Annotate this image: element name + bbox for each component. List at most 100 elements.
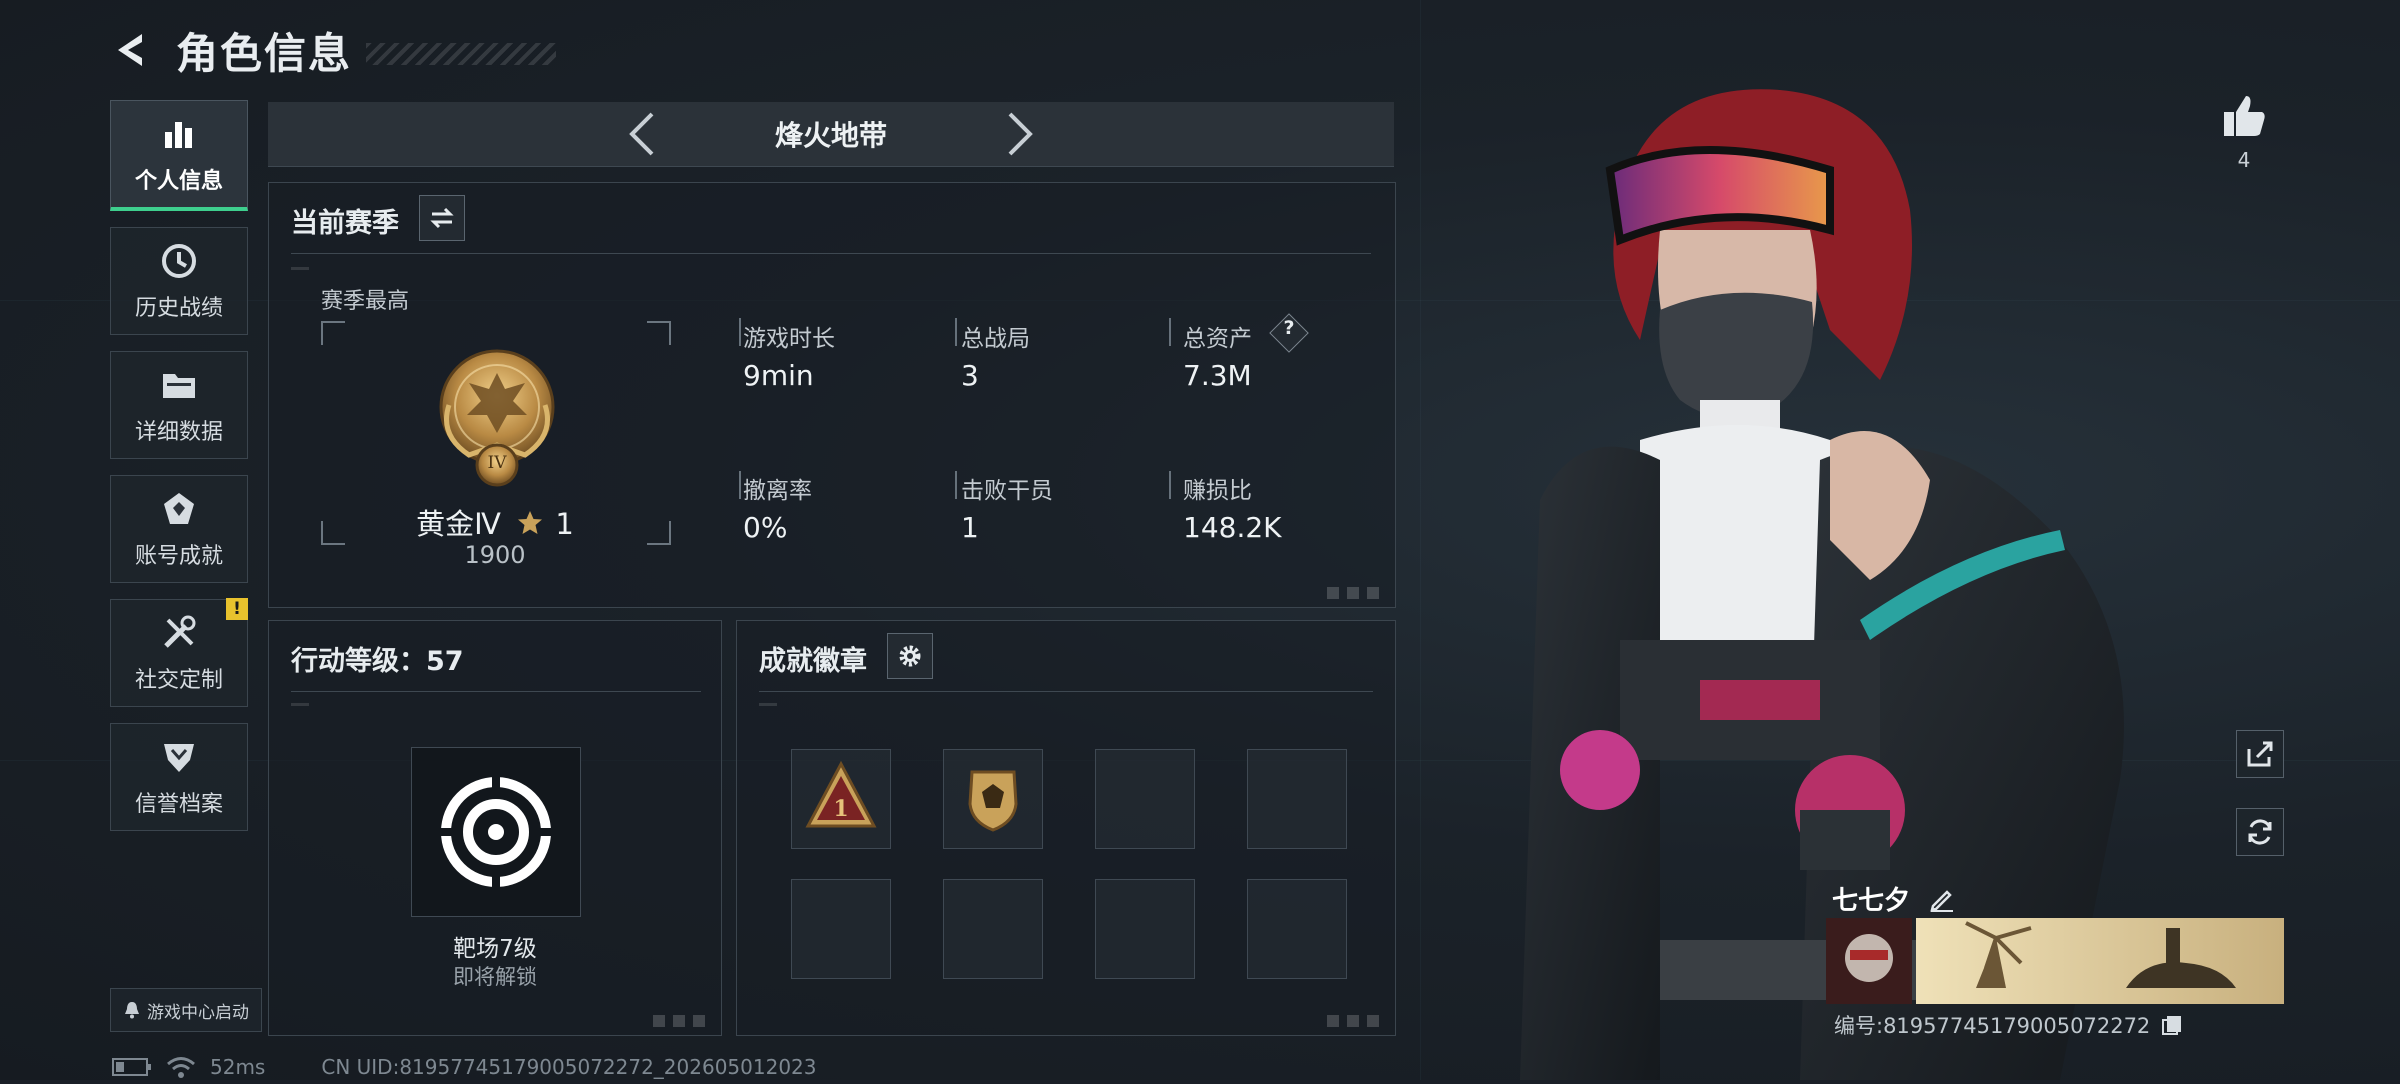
- mode-selector: 烽火地带: [268, 102, 1394, 167]
- prev-mode-button[interactable]: [616, 109, 666, 159]
- stat-value-profit-ratio: 148.2K: [1183, 511, 1282, 544]
- action-level-title: 行动等级：57: [291, 646, 464, 677]
- edit-icon[interactable]: [1929, 886, 1955, 912]
- badge-slot-1[interactable]: 1: [791, 749, 891, 849]
- status-bar: 52ms CN UID:81957745179005072272_2026050…: [112, 1054, 817, 1080]
- target-range-status: 即将解锁: [453, 965, 537, 989]
- share-button[interactable]: [2236, 730, 2284, 778]
- next-mode-button[interactable]: [996, 109, 1046, 159]
- sidebar-item-label: 账号成就: [134, 544, 223, 569]
- sidebar-item-label: 个人信息: [134, 169, 223, 194]
- stat-value-total-matches: 3: [961, 359, 979, 392]
- launch-label: 游戏中心启动: [147, 1002, 249, 1023]
- sidebar-item-credit-file[interactable]: 信誉档案: [110, 723, 248, 831]
- folder-icon: [158, 364, 200, 406]
- wifi-icon: [167, 1057, 195, 1078]
- season-title: 当前赛季: [291, 208, 399, 239]
- ping-text: 52ms: [210, 1055, 266, 1079]
- badge-slot-4[interactable]: [1247, 749, 1347, 849]
- back-arrow-icon: [118, 34, 142, 66]
- achievement-icon: [158, 488, 200, 530]
- tools-icon: [158, 612, 200, 654]
- share-icon: [2247, 741, 2273, 767]
- battery-icon: [112, 1058, 151, 1076]
- badge-slot-3[interactable]: [1095, 749, 1195, 849]
- bg-grid-line: [1420, 0, 1421, 1080]
- like-button[interactable]: [2218, 92, 2270, 144]
- rank-emblem: IV: [429, 345, 565, 495]
- game-center-launch-button[interactable]: 游戏中心启动: [110, 988, 262, 1032]
- rank-line: 黄金Ⅳ 1: [321, 501, 669, 543]
- thumbs-up-icon: [2224, 96, 2265, 136]
- target-range-name: 靶场7级: [453, 936, 537, 962]
- badge-1-number: 1: [833, 796, 849, 822]
- stat-label-extract-rate: 撤离率: [743, 478, 812, 504]
- player-id: 编号:81957745179005072272: [1834, 1014, 2151, 1038]
- chevron-right-icon: [1008, 112, 1033, 156]
- rank-emblem-numeral: IV: [487, 453, 507, 473]
- sidebar-item-label: 信誉档案: [134, 792, 223, 817]
- copy-icon[interactable]: [2161, 1014, 2183, 1036]
- divider: [291, 253, 1371, 254]
- back-button[interactable]: [110, 28, 154, 72]
- stat-label-profit-ratio: 赚损比: [1183, 478, 1252, 504]
- player-name-card[interactable]: [1826, 918, 2284, 1004]
- player-name-row: 七七夕: [1832, 880, 1955, 917]
- stat-marker: [955, 471, 957, 499]
- like-area: 4: [2218, 92, 2270, 172]
- sidebar-item-history[interactable]: 历史战绩: [110, 227, 248, 335]
- rotate-model-button[interactable]: [2236, 808, 2284, 856]
- sidebar-item-label: 详细数据: [134, 420, 223, 445]
- stat-label-operators-defeated: 击败干员: [961, 478, 1053, 504]
- sidebar-item-social-custom[interactable]: 社交定制 !: [110, 598, 248, 707]
- help-mark: ?: [1283, 317, 1295, 339]
- page-title: 角色信息: [176, 28, 353, 78]
- star-icon: [518, 511, 543, 534]
- badge-slot-8[interactable]: [1247, 879, 1347, 979]
- season-best-label: 赛季最高: [321, 289, 410, 314]
- corner-decoration: [1327, 587, 1387, 599]
- action-level-panel: 行动等级：57 靶场7级 即将解锁: [268, 620, 722, 1036]
- badge-slot-7[interactable]: [1095, 879, 1195, 979]
- swap-icon: [430, 207, 454, 229]
- badge-slot-5[interactable]: [791, 879, 891, 979]
- sidebar-item-personal-info[interactable]: 个人信息: [110, 100, 248, 211]
- gear-icon: [899, 645, 921, 667]
- bar-chart-icon: [158, 113, 200, 155]
- history-clock-icon: [158, 240, 200, 282]
- stat-marker: [739, 471, 741, 499]
- page-header: 角色信息: [110, 20, 557, 80]
- stat-label-total-assets: 总资产: [1183, 326, 1252, 352]
- tick-deco: [291, 703, 309, 706]
- stat-marker: [739, 318, 741, 346]
- sidebar: 个人信息 历史战绩 详细数据 账号成就 社交定制 ! 信誉档案: [110, 100, 250, 847]
- stat-marker: [1169, 318, 1171, 346]
- stat-label-total-matches: 总战局: [961, 326, 1030, 352]
- corner-decoration: [1327, 1015, 1387, 1027]
- stat-value-total-assets: 7.3M: [1183, 359, 1252, 392]
- stat-value-playtime: 9min: [743, 359, 814, 392]
- shield-badge-icon: [968, 770, 1018, 832]
- target-icon: [437, 773, 555, 891]
- badge-settings-button[interactable]: [887, 633, 933, 679]
- stat-value-extract-rate: 0%: [743, 511, 788, 544]
- refresh-icon: [2248, 819, 2272, 845]
- badge-slot-2[interactable]: [943, 749, 1043, 849]
- player-id-row: 编号:81957745179005072272: [1834, 1010, 2183, 1040]
- rank-name: 黄金Ⅳ: [416, 507, 501, 541]
- sidebar-item-detailed-data[interactable]: 详细数据: [110, 351, 248, 459]
- achievement-badges-panel: 成就徽章 1: [736, 620, 1396, 1036]
- sidebar-item-achievements[interactable]: 账号成就: [110, 475, 248, 583]
- switch-season-button[interactable]: [419, 195, 465, 241]
- credit-shield-icon: [158, 736, 200, 778]
- stat-value-operators-defeated: 1: [961, 511, 979, 544]
- season-panel: 当前赛季 赛季最高 IV 黄金Ⅳ 1 1900 游戏时长 9min 总战局 3 …: [268, 182, 1396, 608]
- tick-deco: [291, 267, 309, 270]
- title-decoration: [366, 43, 557, 65]
- chevron-left-icon: [629, 112, 654, 156]
- like-count: 4: [2237, 148, 2251, 172]
- target-range-tile[interactable]: [411, 747, 581, 917]
- badge-slot-6[interactable]: [943, 879, 1043, 979]
- rank-score: 1900: [464, 541, 526, 569]
- stat-label-playtime: 游戏时长: [743, 326, 835, 352]
